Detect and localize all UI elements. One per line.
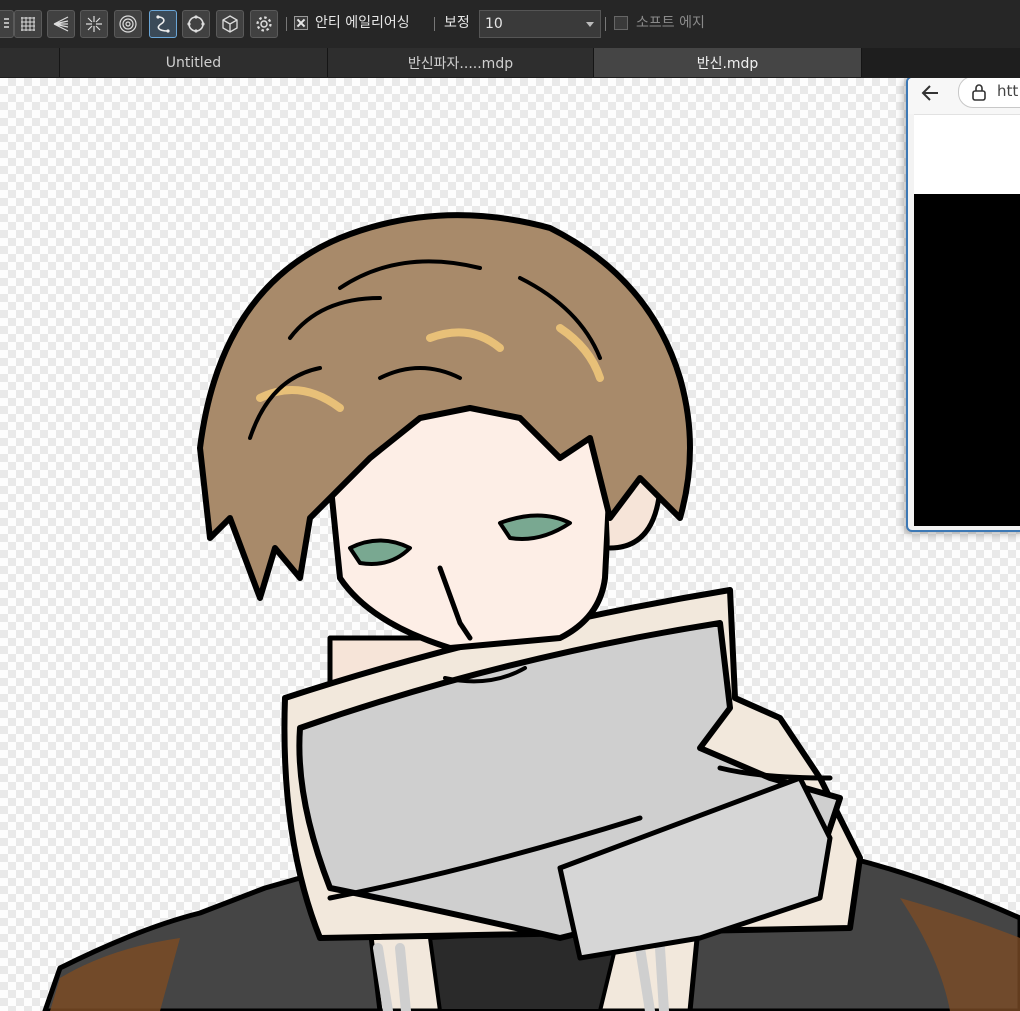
soft-edge-label: 소프트 에지 xyxy=(636,15,705,31)
drawing-canvas[interactable]: htt xyxy=(0,78,1020,1011)
tab-left-edge xyxy=(0,48,60,77)
perspective-icon xyxy=(53,16,69,32)
document-tab-bar: Untitled 반신파자.....mdp 반신.mdp xyxy=(0,48,1020,78)
tool-button-concentric[interactable] xyxy=(114,10,142,38)
lock-icon xyxy=(972,84,986,101)
antialias-checkbox[interactable] xyxy=(294,16,308,30)
brush-toolbar: 안티 에일리어싱 보정 10 소프트 에지 xyxy=(0,0,1020,49)
toolbar-separator xyxy=(286,17,287,31)
toolbar-separator xyxy=(434,17,435,31)
tab-banshin-paja[interactable]: 반신파자.....mdp xyxy=(328,48,594,77)
correction-value: 10 xyxy=(485,16,503,32)
toolbar-separator xyxy=(605,17,606,31)
menu-lines-icon xyxy=(4,18,9,28)
character-illustration xyxy=(42,212,1020,1011)
chevron-down-icon xyxy=(586,22,594,27)
antialias-label: 안티 에일리어싱 xyxy=(315,15,410,31)
grid-icon xyxy=(21,17,35,31)
tab-banshin[interactable]: 반신.mdp xyxy=(594,48,862,77)
concentric-circles-icon xyxy=(119,15,137,33)
circle-ruler-icon xyxy=(187,15,205,33)
tool-button-circle-ruler[interactable] xyxy=(182,10,210,38)
tool-button-3d[interactable] xyxy=(216,10,244,38)
tool-button-settings[interactable] xyxy=(250,10,278,38)
browser-content-media[interactable] xyxy=(914,194,1020,526)
browser-content-header xyxy=(914,114,1020,195)
browser-window[interactable]: htt xyxy=(906,78,1020,532)
correction-select[interactable]: 10 xyxy=(479,10,601,38)
gear-icon xyxy=(256,16,272,32)
tool-button-radial[interactable] xyxy=(80,10,108,38)
back-arrow-icon[interactable] xyxy=(918,80,944,106)
url-bar[interactable]: htt xyxy=(958,78,1020,108)
tool-button-perspective[interactable] xyxy=(47,10,75,38)
tab-untitled[interactable]: Untitled xyxy=(60,48,328,77)
browser-address-row: htt xyxy=(908,78,1020,114)
correction-label: 보정 xyxy=(444,15,470,31)
tool-button-curve-ruler[interactable] xyxy=(149,10,177,38)
tool-button-menu[interactable] xyxy=(0,10,14,38)
radial-lines-icon xyxy=(86,16,102,32)
cube-icon xyxy=(222,15,238,33)
tool-button-grid[interactable] xyxy=(14,10,42,38)
soft-edge-checkbox[interactable] xyxy=(614,16,628,30)
curve-ruler-icon xyxy=(156,15,170,33)
url-text: htt xyxy=(997,82,1019,100)
